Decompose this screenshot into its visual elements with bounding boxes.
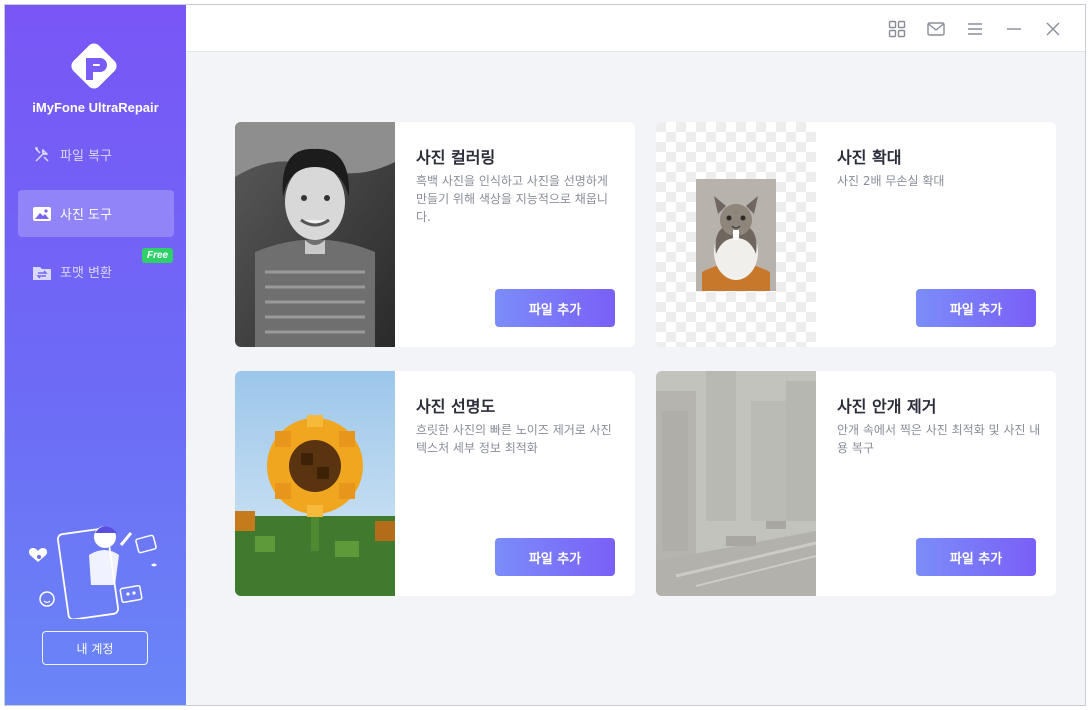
sidebar-item-photo-tools[interactable]: 사진 도구 [18,190,174,237]
app-window: iMyFone UltraRepair 파일 복구 사진 도구 포맷 변환 Fr… [4,4,1086,706]
title-bar [186,5,1085,52]
card-description: 흑백 사진을 인식하고 사진을 선명하게 만들기 위해 색상을 지능적으로 채웁… [416,174,608,224]
card-title: 사진 확대 [837,148,902,167]
tools-icon [32,145,52,165]
card-photo-colorize: 사진 컬러링 흑백 사진을 인식하고 사진을 선명하게 만들기 위해 색상을 지… [235,122,635,347]
sidebar-item-file-recovery[interactable]: 파일 복구 [18,131,174,178]
user-illustration [29,526,157,619]
cat-transparent-thumbnail [656,122,816,347]
sunflower-thumbnail [235,371,395,596]
sidebar-item-label: 사진 도구 [60,208,112,223]
card-description: 안개 속에서 찍은 사진 최적화 및 사진 내용 복구 [837,423,1041,455]
add-file-button[interactable]: 파일 추가 [495,538,615,576]
add-file-button[interactable]: 파일 추가 [916,289,1036,327]
grid-icon[interactable] [887,19,907,39]
sidebar: iMyFone UltraRepair 파일 복구 사진 도구 포맷 변환 Fr… [5,5,186,705]
close-icon[interactable] [1043,19,1063,39]
card-title: 사진 안개 제거 [837,397,937,416]
card-photo-enlarge: 사진 확대 사진 2배 무손실 확대 파일 추가 [656,122,1056,347]
my-account-button[interactable]: 내 계정 [42,631,148,665]
card-title: 사진 선명도 [416,397,496,416]
card-photo-dehaze: 사진 안개 제거 안개 속에서 찍은 사진 최적화 및 사진 내용 복구 파일 … [656,371,1056,596]
sidebar-item-label: 포맷 변환 [60,266,112,281]
minimize-icon[interactable] [1004,19,1024,39]
image-icon [32,204,52,224]
add-file-button[interactable]: 파일 추가 [495,289,615,327]
bw-portrait-thumbnail [235,122,395,347]
card-photo-sharpen: 사진 선명도 흐릿한 사진의 빠른 노이즈 제거로 사진 텍스처 세부 정보 최… [235,371,635,596]
menu-icon[interactable] [965,19,985,39]
mail-icon[interactable] [926,19,946,39]
hazy-city-thumbnail [656,371,816,596]
add-file-button[interactable]: 파일 추가 [916,538,1036,576]
app-logo [71,43,117,89]
card-description: 사진 2배 무손실 확대 [837,174,945,188]
sidebar-item-label: 파일 복구 [60,149,112,164]
convert-icon [32,262,52,282]
card-description: 흐릿한 사진의 빠른 노이즈 제거로 사진 텍스처 세부 정보 최적화 [416,423,612,455]
app-name: iMyFone UltraRepair [32,100,159,115]
free-badge: Free [142,248,174,263]
card-title: 사진 컬러링 [416,148,496,167]
